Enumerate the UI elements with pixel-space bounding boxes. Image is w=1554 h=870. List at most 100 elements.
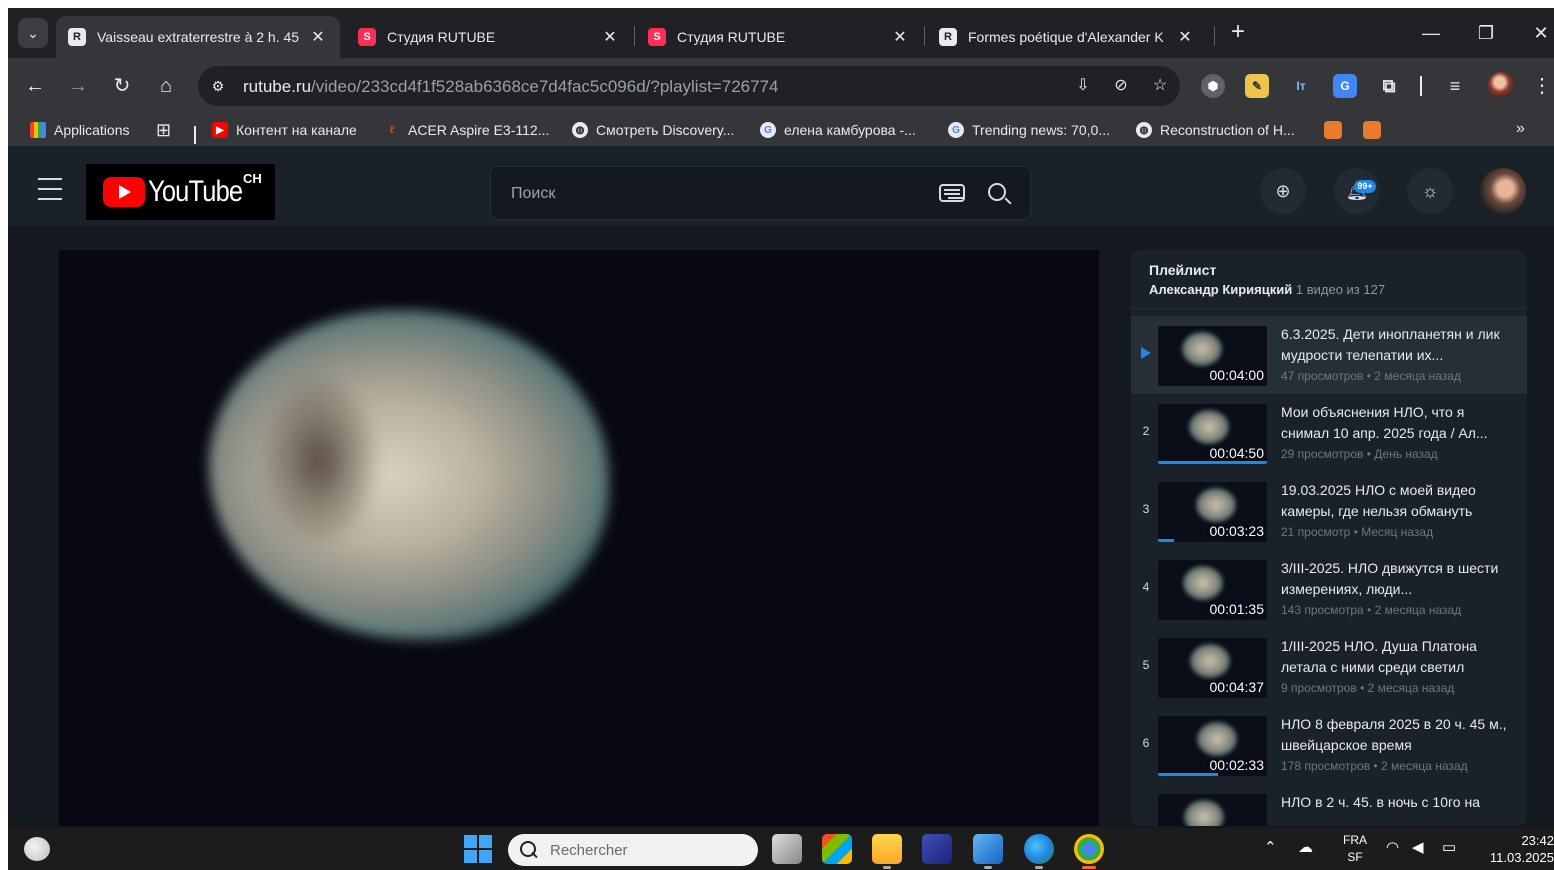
watch-progress-bar [1158, 539, 1175, 542]
close-icon[interactable]: ✕ [600, 27, 620, 47]
more-menu-icon[interactable]: ⋮ [1532, 72, 1552, 100]
chevron-up-icon[interactable]: ⌃ [1264, 838, 1277, 856]
minimize-icon[interactable]: — [1416, 20, 1446, 46]
extension-shield-icon[interactable]: ⬢ [1201, 74, 1225, 98]
blogger-icon[interactable] [1324, 121, 1342, 139]
blogger-icon[interactable] [1363, 121, 1381, 139]
home-icon[interactable]: ⌂ [152, 72, 180, 100]
close-icon[interactable]: ✕ [890, 27, 910, 47]
thumbnail-image [1196, 488, 1236, 522]
chrome-browser-icon[interactable] [1074, 834, 1104, 869]
extension-translate-text-icon[interactable]: Iᴛ [1289, 74, 1313, 98]
menu-icon[interactable] [38, 178, 62, 200]
playlist-item-title[interactable]: 3/III-2025. НЛО движутся в шести измерен… [1281, 558, 1513, 600]
video-editor-icon[interactable] [922, 834, 952, 864]
upload-icon[interactable]: ⊕ [1260, 168, 1306, 214]
volume-icon[interactable]: ◀︎ [1412, 838, 1424, 856]
tab-studio-rutube-2[interactable]: S Студия RUTUBE ✕ [636, 16, 922, 58]
reload-icon[interactable]: ↻ [108, 72, 136, 100]
playlist-item[interactable]: 2 00:04:50 Мои объяснения НЛО, что я снима… [1131, 394, 1527, 472]
user-avatar[interactable] [1480, 168, 1526, 214]
tab-formes-poetique[interactable]: R Formes poétique d'Alexander K ✕ [927, 16, 1207, 58]
keyboard-icon[interactable] [939, 184, 965, 202]
onedrive-cloud-icon[interactable]: ☁ [1298, 838, 1313, 856]
playlist-item-meta: 9 просмотров • 2 месяца назад [1281, 681, 1455, 695]
bookmark-discovery[interactable]: ◍ Смотреть Discovery... [572, 120, 734, 140]
close-icon[interactable]: ✕ [1175, 27, 1195, 47]
restore-icon[interactable]: ❐ [1471, 20, 1501, 46]
back-arrow-icon[interactable]: ← [21, 72, 49, 100]
close-icon[interactable]: ✕ [308, 27, 328, 47]
playlist-item[interactable]: 5 00:04:37 1/III-2025 НЛО. Душа Платона ле… [1131, 628, 1527, 706]
playlist-item-text: 1/III-2025 НЛО. Душа Платона летала с ни… [1281, 636, 1513, 695]
playlist-item-duration: 00:04:50 [1209, 445, 1265, 461]
playlist-item-text: 19.03.2025 НЛО с моей видео камеры, где … [1281, 480, 1513, 539]
battery-icon[interactable]: ▭ [1442, 838, 1456, 856]
playlist-item-title[interactable]: 19.03.2025 НЛО с моей видео камеры, где … [1281, 480, 1513, 522]
playlist-item[interactable]: 6 00:02:33 НЛО 8 февраля 2025 в 20 ч. 45 м… [1131, 706, 1527, 784]
photos-icon[interactable] [973, 834, 1003, 869]
bookmark-elena[interactable]: G елена камбурова -... [760, 120, 916, 140]
bookmark-reconstruction[interactable]: ◍ Reconstruction of H... [1136, 120, 1295, 140]
bookmark-kontent[interactable]: ▶ Контент на канале [212, 120, 357, 140]
new-tab-button[interactable]: + [1225, 20, 1251, 46]
playlist-item-text: 6.3.2025. Дети инопланетян и лик мудрост… [1281, 324, 1513, 383]
playlist-item[interactable]: 00:04:00 6.3.2025. Дети инопланетян и лик… [1131, 316, 1527, 394]
tab-studio-rutube-1[interactable]: S Студия RUTUBE ✕ [346, 16, 632, 58]
extension-note-icon[interactable]: ✎ [1245, 74, 1269, 98]
edge-browser-icon[interactable] [1024, 834, 1054, 869]
site-info-icon[interactable]: ⚙ [206, 74, 230, 98]
system-clock[interactable]: 23:42 11.03.2025 [1470, 832, 1554, 866]
install-app-icon[interactable]: ⇩ [1072, 75, 1094, 97]
playlist-item-number: 5 [1142, 658, 1150, 672]
playlist-item-title[interactable]: 6.3.2025. Дети инопланетян и лик мудрост… [1281, 324, 1513, 366]
forward-arrow-icon[interactable]: → [64, 72, 92, 100]
close-window-icon[interactable]: ✕ [1526, 20, 1554, 46]
playlist-item[interactable]: НЛО в 2 ч. 45. в ночь с 10го на [1131, 784, 1527, 826]
theme-sun-icon[interactable]: ☼ [1407, 168, 1453, 214]
extensions-puzzle-icon[interactable]: ⧉ [1377, 74, 1401, 98]
taskbar-search[interactable]: Rechercher [508, 834, 758, 866]
playlist-item-thumbnail: 00:04:00 [1158, 326, 1267, 386]
playlist-item-thumbnail: 00:04:37 [1158, 638, 1267, 698]
video-player[interactable] [59, 250, 1099, 826]
tab-vaisseau[interactable]: R Vaisseau extraterrestre à 2 h. 45 ✕ [56, 16, 340, 58]
wifi-icon[interactable]: ◠ [1386, 838, 1399, 856]
playlist-item[interactable]: 4 00:01:35 3/III-2025. НЛО движутся в шест… [1131, 550, 1527, 628]
playlist-author[interactable]: Александр Кирияцкий [1149, 282, 1292, 297]
google-translate-icon[interactable]: G [1333, 74, 1357, 98]
eye-off-icon[interactable]: ⊘ [1110, 75, 1132, 97]
site-header: YouTube CH ⊕ 🔔︎ 99+ ☼ [8, 146, 1554, 226]
task-view-icon[interactable] [772, 834, 802, 864]
playlist-item-title[interactable]: НЛО 8 февраля 2025 в 20 ч. 45 м., швейца… [1281, 714, 1513, 756]
bookmark-grid[interactable]: ⊞ [156, 120, 171, 140]
tab-search-button[interactable]: ⌄ [18, 18, 48, 48]
star-bookmark-icon[interactable]: ☆ [1149, 75, 1171, 97]
playlist-item-meta: 178 просмотров • 2 месяца назад [1281, 759, 1468, 773]
playlist-item-duration: 00:03:23 [1209, 523, 1265, 539]
site-logo[interactable]: YouTube CH [86, 164, 275, 220]
bookmark-trending[interactable]: G Trending news: 70,0... [948, 120, 1110, 140]
playlist-item-number: 6 [1142, 736, 1150, 750]
search-icon[interactable] [988, 183, 1006, 201]
bookmark-applications[interactable]: Applications [30, 120, 130, 140]
url-text[interactable]: rutube.ru/video/233cd4f1f528ab6368ce7d4f… [243, 77, 778, 97]
media-controls-icon[interactable]: ≡ [1443, 74, 1467, 98]
microsoft-store-icon[interactable] [822, 834, 852, 864]
search-input[interactable] [511, 184, 911, 204]
address-bar[interactable]: ⚙ rutube.ru/video/233cd4f1f528ab6368ce7d… [198, 66, 1180, 106]
youtube-play-icon [103, 177, 145, 207]
language-indicator[interactable]: FRA SF [1340, 832, 1370, 866]
playlist-item[interactable]: 3 00:03:23 19.03.2025 НЛО с моей видео кам… [1131, 472, 1527, 550]
windows-start-icon[interactable] [464, 835, 492, 863]
playlist-item-title[interactable]: 1/III-2025 НЛО. Душа Платона летала с ни… [1281, 636, 1513, 678]
file-explorer-icon[interactable] [872, 834, 902, 869]
bookmark-label: елена камбурова -... [784, 122, 916, 138]
more-bookmarks-icon[interactable]: » [1516, 120, 1525, 138]
logo-badge: CH [243, 171, 262, 186]
bookmark-acer[interactable]: ℓ ACER Aspire E3-112... [384, 120, 550, 140]
profile-avatar[interactable] [1488, 72, 1514, 98]
playlist-item-title[interactable]: Мои объяснения НЛО, что я снимал 10 апр.… [1281, 402, 1513, 444]
playlist-item-title[interactable]: НЛО в 2 ч. 45. в ночь с 10го на [1281, 792, 1513, 826]
weather-widget-icon[interactable] [24, 837, 50, 861]
